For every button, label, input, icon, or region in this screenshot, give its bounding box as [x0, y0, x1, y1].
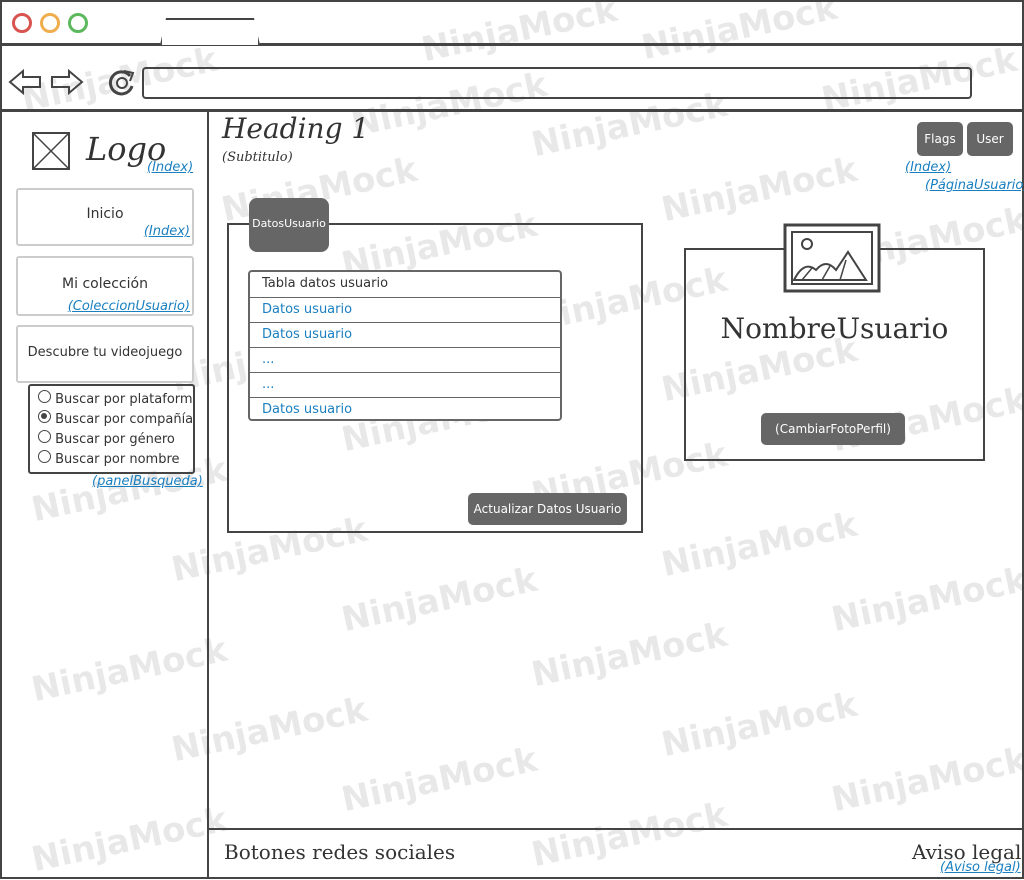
- minimize-window-button[interactable]: [40, 13, 60, 33]
- profile-picture-icon[interactable]: [782, 222, 882, 294]
- sidebar-item-label: Inicio: [86, 206, 124, 222]
- forward-arrow-icon[interactable]: [50, 68, 84, 96]
- tab-bar: [0, 0, 1024, 46]
- radio-label: Buscar por género: [55, 432, 175, 447]
- social-buttons-label[interactable]: Botones redes sociales: [224, 840, 455, 864]
- logo-link[interactable]: (Index): [147, 160, 193, 175]
- table-header: Tabla datos usuario: [262, 276, 389, 291]
- user-data-table: Tabla datos usuario Datos usuario Datos …: [248, 270, 562, 421]
- table-row[interactable]: Datos usuario: [250, 322, 560, 347]
- username: NombreUsuario: [720, 312, 949, 345]
- flags-button[interactable]: Flags: [917, 122, 963, 156]
- logo-image-icon: [32, 132, 70, 170]
- table-row[interactable]: ...: [250, 347, 560, 372]
- search-option-plataforma[interactable]: Buscar por plataforma: [38, 390, 195, 407]
- radio-button[interactable]: [38, 430, 51, 443]
- radio-label: Buscar por nombre: [55, 452, 180, 467]
- table-row[interactable]: Datos usuario: [250, 297, 560, 322]
- radio-button-selected[interactable]: [38, 410, 51, 423]
- browser-tab[interactable]: [160, 18, 260, 45]
- table-row[interactable]: Datos usuario: [250, 397, 560, 419]
- sidebar-item-label: Descubre tu videojuego: [27, 345, 183, 360]
- sidebar-item-link[interactable]: (Index): [144, 224, 190, 239]
- back-arrow-icon[interactable]: [8, 68, 42, 96]
- user-button[interactable]: User: [967, 122, 1013, 156]
- close-window-button[interactable]: [12, 13, 32, 33]
- legal-notice-link[interactable]: (Aviso legal): [940, 860, 1021, 875]
- sidebar-item-descubre[interactable]: Descubre tu videojuego: [16, 325, 194, 383]
- sidebar-item-mi-coleccion[interactable]: Mi colección (ColeccionUsuario): [16, 256, 194, 316]
- search-panel-link[interactable]: (panelBusqueda): [92, 474, 203, 489]
- maximize-window-button[interactable]: [68, 13, 88, 33]
- radio-label: Buscar por plataforma: [55, 392, 195, 407]
- table-row[interactable]: ...: [250, 372, 560, 397]
- sidebar-item-label: Mi colección: [62, 276, 148, 292]
- search-option-nombre[interactable]: Buscar por nombre: [38, 450, 180, 467]
- sidebar-item-link[interactable]: (ColeccionUsuario): [68, 299, 190, 314]
- change-profile-photo-button[interactable]: (CambiarFotoPerfil): [761, 413, 905, 445]
- search-panel: Buscar por plataforma Buscar por compañí…: [28, 384, 195, 474]
- datos-usuario-tab[interactable]: DatosUsuario: [249, 198, 329, 252]
- user-link[interactable]: (PáginaUsuario): [925, 178, 1024, 193]
- address-bar[interactable]: [142, 67, 972, 99]
- update-user-data-button[interactable]: Actualizar Datos Usuario: [468, 493, 627, 525]
- flags-link[interactable]: (Index): [905, 160, 951, 175]
- radio-label: Buscar por compañía: [55, 412, 194, 427]
- search-option-compania[interactable]: Buscar por compañía: [38, 410, 193, 427]
- sidebar-item-inicio[interactable]: Inicio (Index): [16, 188, 194, 246]
- page-subtitle: (Subtitulo): [222, 150, 293, 165]
- reload-icon[interactable]: [106, 66, 138, 98]
- radio-button[interactable]: [38, 390, 51, 403]
- page-heading: Heading 1: [222, 112, 370, 145]
- search-option-genero[interactable]: Buscar por género: [38, 430, 175, 447]
- radio-button[interactable]: [38, 450, 51, 463]
